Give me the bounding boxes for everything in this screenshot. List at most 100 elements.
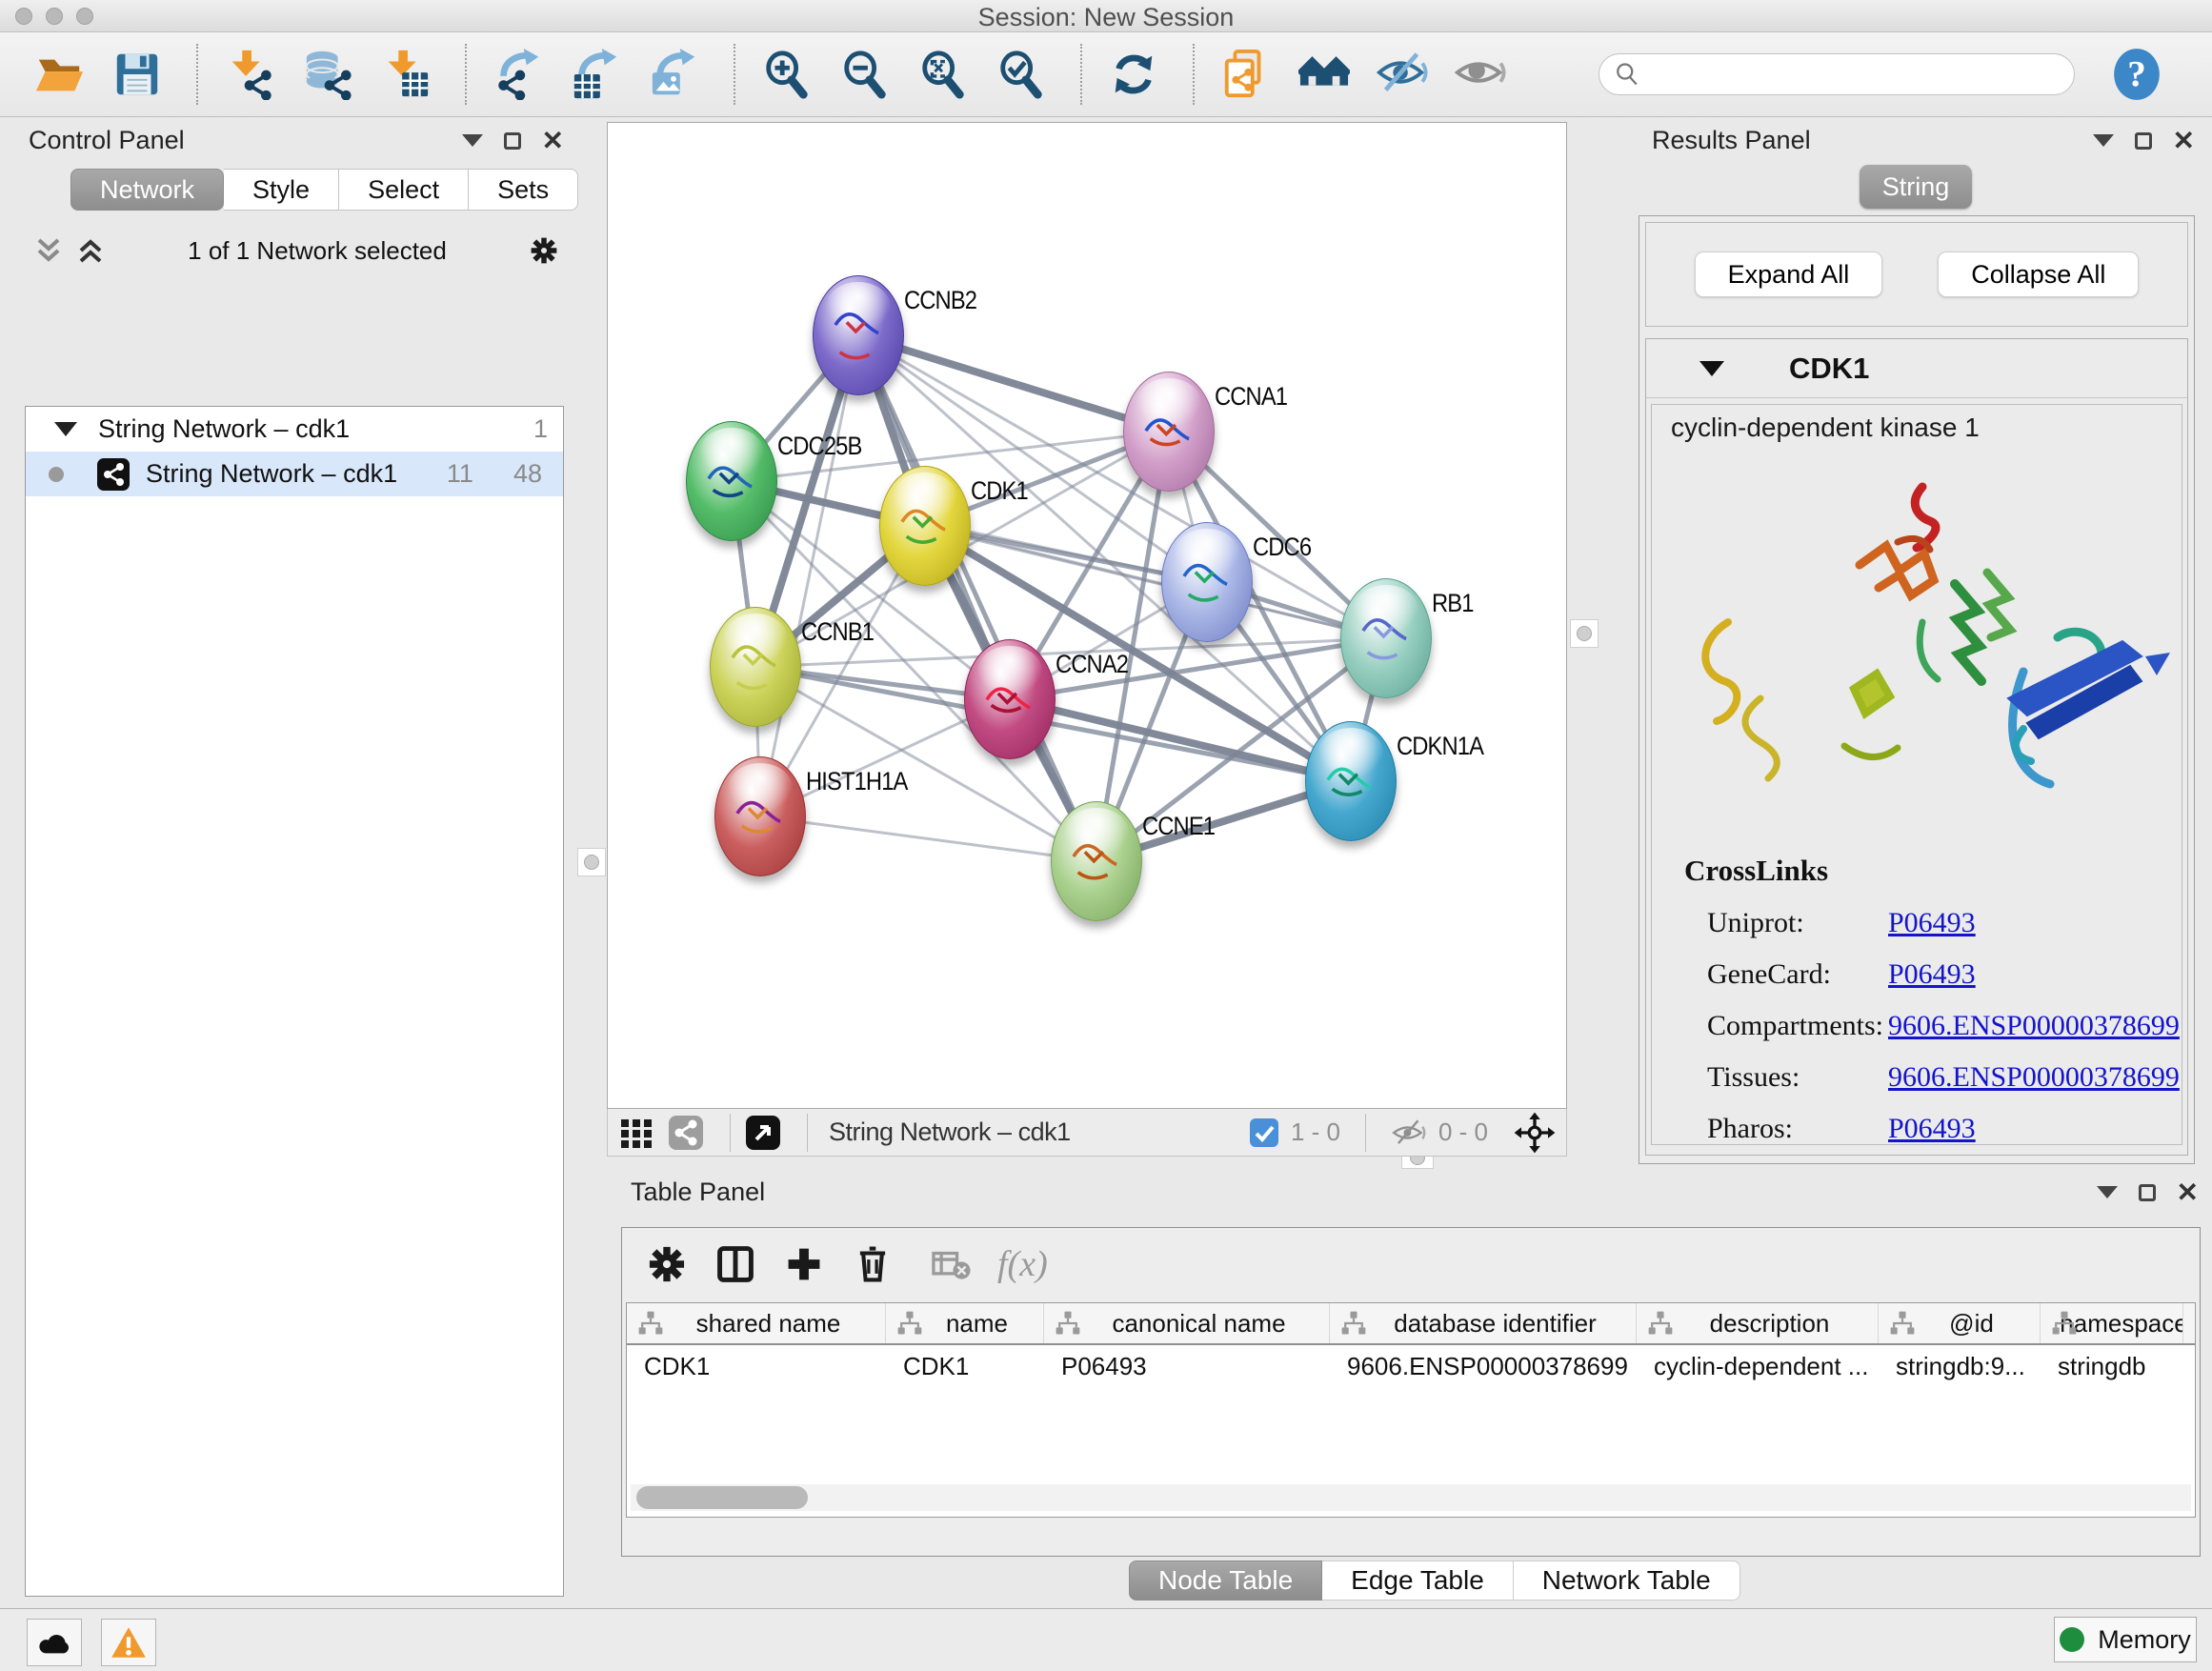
panel-float-icon[interactable]	[504, 132, 521, 150]
table-cell[interactable]: cyclin-dependent ...	[1637, 1352, 1879, 1381]
import-network-icon[interactable]	[223, 48, 276, 101]
hidden-eye-icon[interactable]	[1391, 1117, 1427, 1149]
node-CDC25B[interactable]	[686, 421, 777, 541]
delete-column-icon[interactable]	[851, 1242, 895, 1286]
node-CCNA1[interactable]	[1123, 372, 1215, 492]
node-RB1[interactable]	[1340, 578, 1432, 698]
results-close-icon[interactable]: ✕	[2173, 131, 2195, 151]
collapse-all-icon[interactable]	[32, 234, 65, 267]
zoom-selected-icon[interactable]	[995, 48, 1048, 101]
tab-string[interactable]: String	[1860, 165, 1972, 209]
crosslink-link[interactable]: P06493	[1888, 958, 1976, 990]
hide-selected-icon[interactable]	[1376, 48, 1429, 101]
table-cell[interactable]: CDK1	[627, 1352, 886, 1381]
table-cell[interactable]: 9606.ENSP00000378699	[1330, 1352, 1637, 1381]
open-in-new-window-icon[interactable]	[744, 1114, 782, 1152]
section-collapse-icon[interactable]	[1699, 361, 1724, 376]
table-cell[interactable]: stringdb	[2041, 1352, 2183, 1381]
home-icon[interactable]	[1297, 48, 1351, 101]
zoom-fit-icon[interactable]	[916, 48, 970, 101]
export-network-icon[interactable]	[492, 48, 545, 101]
right-splitter-handle[interactable]	[1570, 619, 1599, 648]
tab-node-table[interactable]: Node Table	[1129, 1560, 1322, 1601]
panel-menu-icon[interactable]	[462, 134, 483, 147]
network-row[interactable]: String Network – cdk1 11 48	[26, 452, 563, 496]
results-float-icon[interactable]	[2135, 132, 2152, 150]
network-collection-row[interactable]: String Network – cdk1 1	[26, 407, 563, 452]
export-image-icon[interactable]	[648, 48, 701, 101]
hidden-node-edge-counts: 0 - 0	[1438, 1117, 1488, 1147]
search-box[interactable]	[1599, 53, 2075, 95]
table-menu-icon[interactable]	[2097, 1186, 2118, 1198]
tab-select[interactable]: Select	[339, 169, 469, 211]
network-canvas[interactable]: CCNB2 CCNA1 CDC25B CDK1 CDC6 RB1 CCNB1 C…	[607, 122, 1567, 1109]
table-close-icon[interactable]: ✕	[2177, 1183, 2199, 1202]
left-splitter-handle[interactable]	[577, 848, 606, 876]
show-columns-icon[interactable]	[714, 1242, 757, 1286]
crosslink-link[interactable]: 9606.ENSP00000378699	[1888, 1010, 2180, 1041]
memory-button[interactable]: Memory	[2054, 1617, 2197, 1662]
delete-table-icon[interactable]	[929, 1242, 973, 1286]
tab-style[interactable]: Style	[224, 169, 339, 211]
table-hscrollbar-thumb[interactable]	[636, 1486, 808, 1509]
results-menu-icon[interactable]	[2093, 134, 2114, 147]
gear-icon[interactable]	[528, 234, 560, 267]
clone-network-icon[interactable]	[1219, 48, 1273, 101]
open-folder-icon[interactable]	[32, 48, 86, 101]
panel-close-icon[interactable]: ✕	[542, 131, 564, 151]
birds-eye-view-icon[interactable]	[617, 1114, 655, 1152]
save-icon[interactable]	[111, 48, 164, 101]
add-column-icon[interactable]	[782, 1242, 826, 1286]
column-header-@id[interactable]: @id	[1879, 1303, 2041, 1343]
tab-network[interactable]: Network	[70, 169, 224, 211]
import-table-icon[interactable]	[379, 48, 432, 101]
zoom-in-icon[interactable]	[760, 48, 814, 101]
help-button[interactable]: ?	[2109, 47, 2164, 102]
node-table[interactable]: shared namenamecanonical namedatabase id…	[626, 1302, 2196, 1518]
node-CCNB2[interactable]	[813, 275, 904, 395]
table-hscrollbar[interactable]	[631, 1484, 2191, 1511]
protein-section-header[interactable]: CDK1	[1646, 339, 2187, 398]
node-CCNA2[interactable]	[964, 639, 1056, 759]
expand-all-button[interactable]: Expand All	[1695, 252, 1883, 297]
table-settings-gear-icon[interactable]	[645, 1242, 689, 1286]
cloud-button[interactable]	[27, 1619, 82, 1666]
column-header-name[interactable]: name	[886, 1303, 1044, 1343]
table-cell[interactable]: CDK1	[886, 1352, 1044, 1381]
tab-network-table[interactable]: Network Table	[1514, 1560, 1740, 1601]
node-CDKN1A[interactable]	[1305, 721, 1397, 841]
tree-expand-icon[interactable]	[54, 422, 77, 436]
pan-crosshair-icon[interactable]	[1513, 1111, 1557, 1155]
column-header-description[interactable]: description	[1637, 1303, 1879, 1343]
node-CDK1[interactable]	[879, 466, 971, 586]
crosslink-link[interactable]: 9606.ENSP00000378699	[1888, 1061, 2180, 1093]
tab-edge-table[interactable]: Edge Table	[1322, 1560, 1514, 1601]
zoom-out-icon[interactable]	[838, 48, 892, 101]
node-CCNE1[interactable]	[1051, 801, 1142, 921]
table-cell[interactable]: P06493	[1044, 1352, 1330, 1381]
warning-button[interactable]	[101, 1619, 156, 1666]
node-CDC6[interactable]	[1161, 522, 1253, 642]
crosslink-link[interactable]: P06493	[1888, 1113, 1976, 1144]
tab-sets[interactable]: Sets	[469, 169, 578, 211]
column-header-shared-name[interactable]: shared name	[627, 1303, 886, 1343]
column-header-namespace[interactable]: namespace	[2041, 1303, 2183, 1343]
refresh-icon[interactable]	[1107, 48, 1160, 101]
expand-all-icon[interactable]	[74, 234, 107, 267]
table-row[interactable]: CDK1CDK1P064939606.ENSP00000378699cyclin…	[627, 1345, 2195, 1387]
function-builder-icon[interactable]: f(x)	[997, 1243, 1048, 1285]
table-cell[interactable]: stringdb:9...	[1879, 1352, 2041, 1381]
share-network-icon[interactable]	[667, 1114, 705, 1152]
node-HIST1H1A[interactable]	[714, 756, 806, 876]
table-float-icon[interactable]	[2139, 1184, 2156, 1201]
search-input[interactable]	[1641, 60, 2041, 90]
column-header-canonical-name[interactable]: canonical name	[1044, 1303, 1330, 1343]
import-database-icon[interactable]	[301, 48, 354, 101]
collapse-all-button[interactable]: Collapse All	[1938, 252, 2139, 297]
selected-checkbox-icon[interactable]	[1249, 1117, 1279, 1148]
export-table-icon[interactable]	[570, 48, 623, 101]
node-CCNB1[interactable]	[710, 607, 801, 727]
show-all-icon[interactable]	[1454, 48, 1507, 101]
column-header-database-identifier[interactable]: database identifier	[1330, 1303, 1637, 1343]
crosslink-link[interactable]: P06493	[1888, 907, 1976, 938]
